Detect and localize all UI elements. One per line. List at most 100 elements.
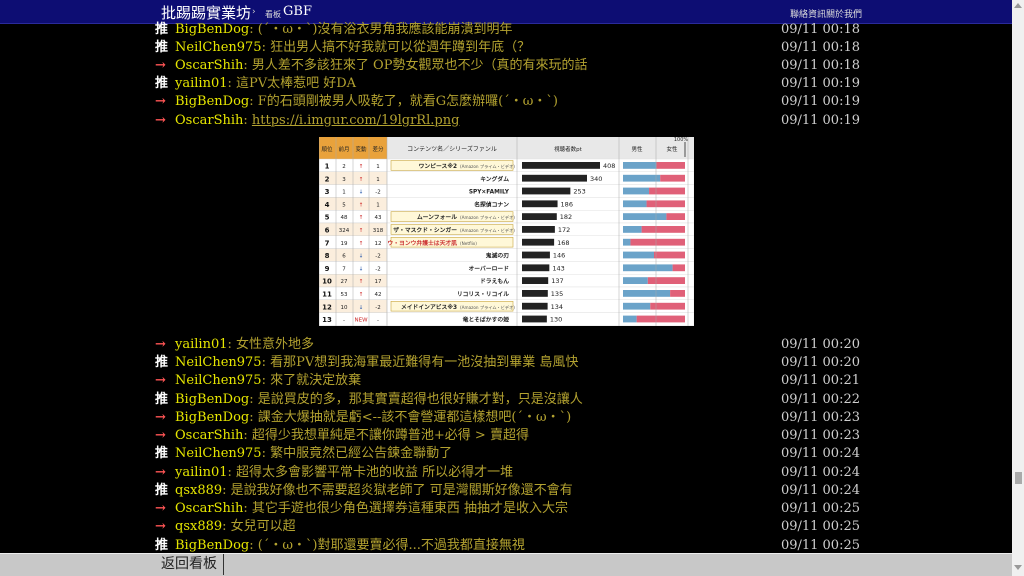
image-header-label: 前月: [338, 145, 349, 153]
push-content: : 這PV太棒惹吧 好DA: [227, 76, 357, 91]
push-content: : (´・ω・`)沒有浴衣男角我應該能崩潰到明年: [249, 22, 513, 37]
scroll-down-icon[interactable]: [1014, 565, 1022, 570]
image-diff: 42: [375, 292, 382, 298]
image-male-bar: [623, 277, 648, 284]
image-pt-bar: [522, 200, 558, 208]
push-line: → BigBenDog: 課金大爆抽就是虧<--該不會營運都這樣想吧(´・ω・`)…: [155, 409, 860, 427]
image-header-label: 女性: [666, 145, 678, 153]
push-user: yailin01: [175, 465, 228, 480]
image-title: キングダム: [480, 175, 509, 183]
image-pt-bar: [522, 290, 548, 297]
image-female-bar: [660, 174, 685, 182]
push-tag: 推: [155, 355, 169, 370]
push-user: NeilChen975: [175, 373, 262, 388]
image-change: ↓: [359, 304, 364, 311]
image-title: ワンピース※2: [419, 162, 457, 170]
image-pt-value: 182: [560, 213, 572, 221]
push-tag: →: [155, 113, 166, 128]
image-male-bar: [623, 200, 647, 208]
image-prev: 5: [342, 202, 346, 208]
image-change: NEW: [354, 318, 368, 324]
push-line: → yailin01: 女性意外地多 09/11 00:20: [155, 336, 860, 354]
image-pt-value: 408: [603, 162, 615, 170]
image-rank: 9: [325, 265, 330, 273]
image-header-label: 男性: [631, 145, 643, 153]
image-female-bar: [672, 264, 685, 272]
image-prev: 324: [339, 228, 350, 234]
push-time: 09/11 00:19: [780, 94, 860, 109]
push-user: BigBenDog: [175, 392, 250, 407]
image-pt-value: 186: [561, 200, 573, 208]
push-time: 09/11 00:25: [780, 501, 860, 516]
board-name-link[interactable]: GBF: [283, 4, 312, 19]
breadcrumb-separator: ›: [252, 7, 256, 17]
image-prev: -: [343, 318, 345, 324]
image-change: ↑: [359, 278, 364, 285]
push-content: : 是說買皮的多，那其實賣超得也很好賺才對，只是沒讓人: [249, 392, 583, 407]
push-content: : 來了就決定放棄: [261, 373, 362, 388]
push-tag: →: [155, 410, 166, 425]
image-title: 竜とそばかすの姫: [463, 316, 510, 324]
push-tag: →: [155, 58, 166, 73]
image-rank: 4: [325, 201, 330, 209]
push-content: : https://i.imgur.com/19lgrRl.png: [243, 113, 460, 128]
image-title: オーバーロード: [468, 265, 509, 272]
push-line: → OscarShih: 超得少我想單純是不讓你蹲普池+必得 > 賣超得 09/11…: [155, 427, 860, 445]
push-time: 09/11 00:23: [780, 410, 860, 425]
image-rank: 7: [325, 239, 330, 247]
scrollbar-thumb[interactable]: [1015, 472, 1022, 484]
contact-info-link[interactable]: 聯絡資訊: [790, 7, 826, 20]
image-diff: 12: [375, 241, 382, 247]
push-time: 09/11 00:18: [780, 22, 860, 37]
scrollbar[interactable]: [1012, 0, 1024, 576]
image-female-bar: [641, 226, 685, 233]
push-tag: →: [155, 519, 166, 534]
image-title: ムーンフォール: [417, 214, 457, 221]
image-pt-bar: [522, 162, 600, 169]
push-line: 推 BigBenDog: 是說買皮的多，那其實賣超得也很好賺才對，只是沒讓人 09/…: [155, 391, 860, 409]
push-tag: →: [155, 428, 166, 443]
image-title: リコリス・リコイル: [457, 291, 509, 298]
image-pt-bar: [522, 213, 557, 220]
image-female-bar: [647, 277, 685, 284]
image-diff: -2: [375, 305, 380, 311]
image-title-sub: (Netflix): [460, 241, 477, 246]
image-header-label: 変動: [355, 145, 367, 153]
push-tag: 推: [155, 22, 169, 37]
image-pt-bar: [522, 174, 587, 182]
image-pt-value: 172: [558, 226, 570, 234]
about-us-link[interactable]: 關於我們: [826, 7, 862, 20]
push-time: 09/11 00:18: [780, 40, 860, 55]
push-user: qsx889: [175, 519, 223, 534]
image-prev: 2: [342, 164, 346, 170]
push-time: 09/11 00:24: [780, 465, 860, 480]
site-title-link[interactable]: 批踢踢實業坊: [161, 2, 251, 23]
image-title: メイドインアビス※3: [401, 303, 457, 311]
push-line: 推 NeilChen975: 狂出男人搞不好我就可以從週年蹲到年底（？ 09/11 …: [155, 39, 860, 57]
image-pt-value: 253: [573, 188, 585, 196]
embedded-image[interactable]: 順位 前月 変動 差分 コンテンツ名／シリーズファンル 視聴者数pt 男性 女性 100% 1 2 ↑…: [318, 137, 695, 326]
scroll-up-icon[interactable]: [1014, 3, 1022, 8]
push-link[interactable]: https://i.imgur.com/19lgrRl.png: [252, 113, 460, 128]
image-pt-bar: [522, 302, 548, 310]
bottom-bar: [0, 553, 1012, 576]
push-time: 09/11 00:22: [780, 392, 860, 407]
image-title-sub: (Amazon プライム・ビデオ): [460, 304, 515, 311]
back-to-board-button[interactable]: 返回看板: [155, 554, 224, 575]
push-content: : 超得太多會影響平常卡池的收益 所以必得才一堆: [227, 465, 514, 480]
image-pt-value: 135: [551, 290, 563, 298]
image-pt-bar: [522, 226, 555, 233]
image-rank: 10: [322, 278, 332, 286]
image-diff: -2: [375, 266, 380, 272]
image-prev: 48: [341, 215, 348, 221]
image-title: 鬼滅の刃: [486, 252, 509, 260]
ranking-table-image: 順位 前月 変動 差分 コンテンツ名／シリーズファンル 視聴者数pt 男性 女性100%1 2 ↑…: [318, 137, 695, 326]
push-user: NeilChen975: [175, 355, 262, 370]
image-diff: 17: [375, 279, 382, 285]
push-tag: →: [155, 465, 166, 480]
push-tag: →: [155, 337, 166, 352]
image-pt-bar: [522, 277, 549, 284]
image-rank: 2: [325, 175, 330, 183]
image-rank: 1: [325, 163, 330, 171]
image-diff: 1: [376, 202, 380, 208]
